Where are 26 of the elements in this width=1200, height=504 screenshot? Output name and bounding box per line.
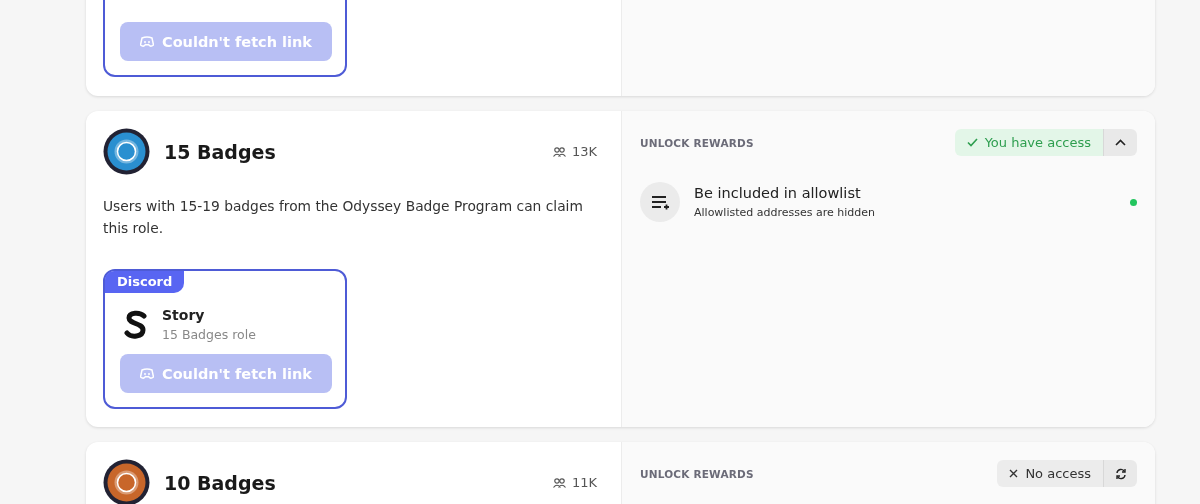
refresh-icon: [1114, 467, 1127, 480]
section-heading: UNLOCK REWARDS: [640, 467, 754, 480]
section-heading: UNLOCK REWARDS: [640, 136, 754, 149]
refresh-button[interactable]: [1103, 460, 1137, 487]
chevron-up-icon: [1115, 139, 1126, 146]
server-name: Story: [162, 307, 206, 323]
users-icon: [552, 477, 566, 488]
reward-title: Be included in allowlist: [694, 185, 862, 201]
discord-icon: [140, 368, 154, 379]
access-status: You have access: [954, 129, 1103, 156]
member-count: 11K: [552, 475, 597, 490]
check-icon: [966, 138, 978, 147]
close-icon: [1009, 469, 1019, 478]
server-logo-icon: [124, 309, 148, 340]
role-name: 15 Badges role: [162, 327, 256, 342]
member-count: 13K: [552, 144, 597, 159]
platform-tag: Discord: [105, 271, 185, 293]
role-title: 10 Badges: [164, 471, 277, 494]
role-title: 15 Badges: [164, 140, 277, 163]
collapse-button[interactable]: [1103, 129, 1137, 156]
access-status: No access: [997, 460, 1103, 487]
reward-subtitle: Allowlisted addresses are hidden: [694, 206, 875, 219]
users-icon: [552, 146, 566, 157]
list-add-icon: [640, 182, 680, 222]
discord-icon: [140, 36, 154, 47]
role-description: Users with 15-19 badges from the Odyssey Badge Program can claim this role.: [103, 197, 584, 238]
